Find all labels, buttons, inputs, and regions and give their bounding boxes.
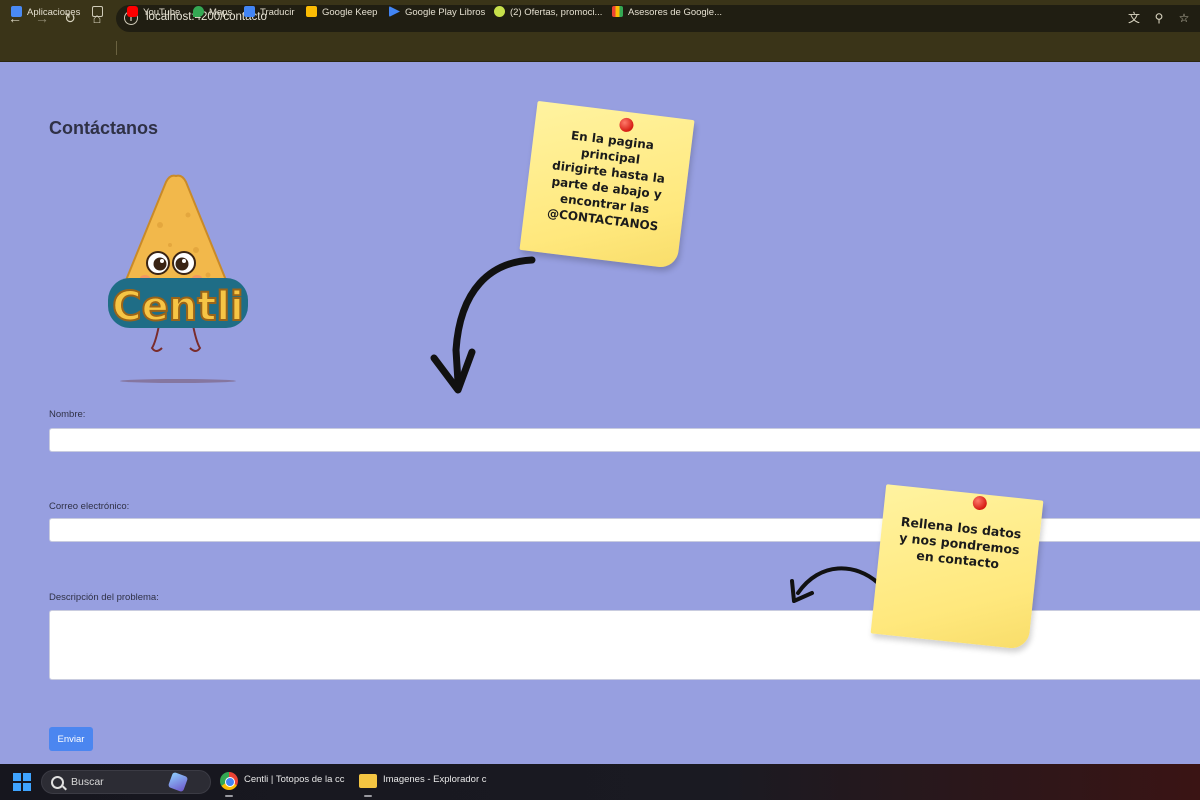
maps-icon [193, 6, 204, 17]
bookmarks-bar [0, 36, 1200, 62]
sticky-note-form-hint: Rellena los datos y nos pondremos en con… [870, 484, 1044, 650]
sticky-note-text: En la pagina principal dirigirte hasta l… [546, 128, 666, 234]
bookmark-apps[interactable]: Aplicaciones [11, 5, 80, 20]
name-label: Nombre: [49, 409, 86, 420]
bookmark-translate[interactable]: Traducir [244, 5, 295, 20]
name-input[interactable] [49, 428, 1200, 452]
chrome-icon[interactable] [220, 772, 238, 790]
taskbar-search-label: Buscar [71, 776, 104, 788]
logo-wordmark: Centli [112, 284, 244, 330]
taskbar-explorer-window[interactable]: Imagenes - Explorador c [383, 774, 487, 785]
search-highlight-icon [167, 771, 189, 793]
taskbar: Buscar Centli | Totopos de la cc Imagene… [0, 764, 1200, 800]
bookmark-keep[interactable]: Google Keep [306, 5, 377, 20]
bookmark-offers[interactable]: (2) Ofertas, promoci... [494, 5, 602, 20]
sticky-note-navigation-hint: En la pagina principal dirigirte hasta l… [519, 100, 695, 270]
folder-icon[interactable] [359, 774, 377, 788]
bookmark-star-icon[interactable]: ☆ [1177, 11, 1191, 25]
centli-mascot-logo: Centli [108, 174, 248, 383]
windows-start-icon[interactable] [13, 773, 31, 791]
page-title: Contáctanos [49, 118, 159, 138]
taskbar-search[interactable]: Buscar [41, 770, 211, 794]
bookmark-maps[interactable]: Maps [193, 5, 232, 20]
active-app-indicator [225, 795, 233, 797]
zoom-icon[interactable]: ⚲ [1152, 11, 1166, 25]
pushpin-icon [618, 117, 635, 133]
description-label: Descripción del problema: [49, 592, 159, 603]
play-books-icon [389, 6, 400, 17]
taskbar-chrome-window[interactable]: Centli | Totopos de la cc [244, 774, 345, 785]
submit-button[interactable]: Enviar [49, 727, 93, 751]
translate-page-icon[interactable]: 文 [1127, 11, 1141, 25]
offers-icon [494, 6, 505, 17]
translate-icon [244, 6, 255, 17]
google-ads-icon [612, 6, 623, 17]
active-app-indicator [364, 795, 372, 797]
bookmark-play-books[interactable]: Google Play Libros [389, 5, 485, 20]
youtube-icon [127, 6, 138, 17]
tab-search-icon[interactable] [92, 5, 108, 20]
email-label: Correo electrónico: [49, 501, 130, 512]
bookmark-youtube[interactable]: YouTube [127, 5, 180, 20]
keep-icon [306, 6, 317, 17]
bookmarks-separator [116, 41, 117, 55]
apps-grid-icon [11, 6, 22, 17]
pushpin-icon [972, 495, 988, 511]
search-icon [51, 776, 64, 789]
curved-arrow-down-icon [430, 256, 536, 394]
bookmark-google-ads[interactable]: Asesores de Google... [612, 5, 722, 20]
sticky-note-text: Rellena los datos y nos pondremos en con… [898, 513, 1023, 572]
